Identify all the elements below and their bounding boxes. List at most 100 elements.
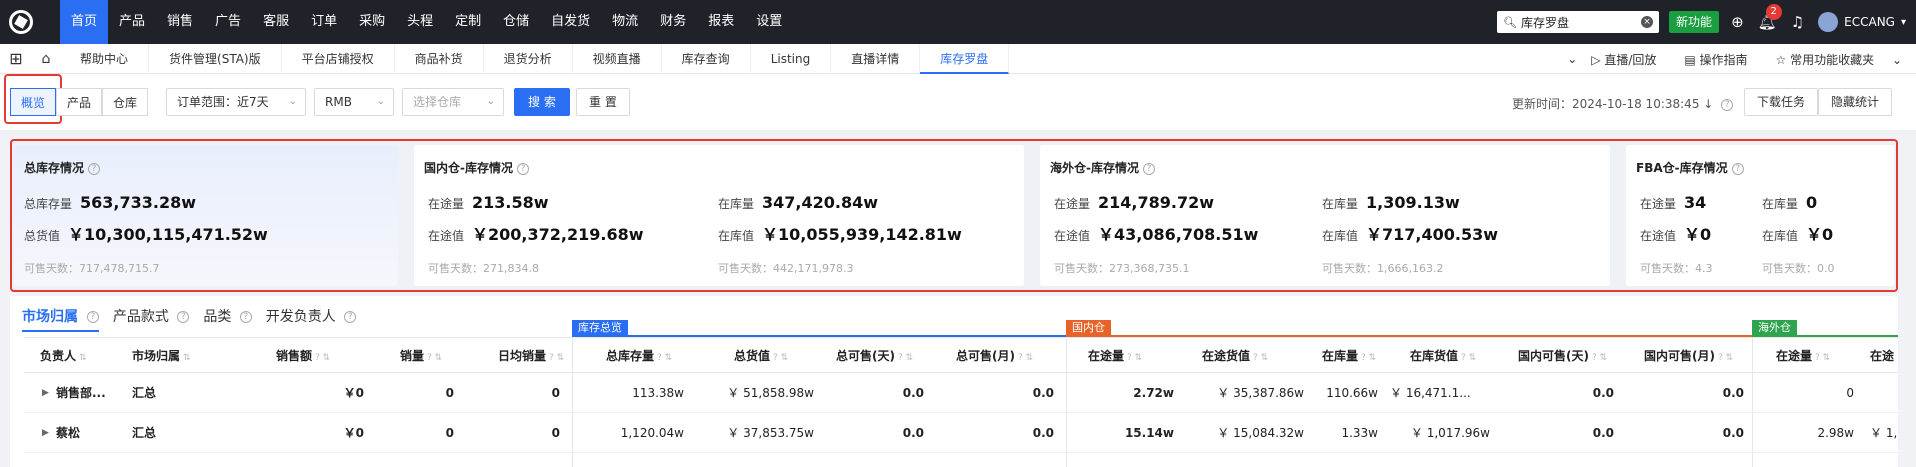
- chevron-down-icon[interactable]: ▾: [1901, 17, 1906, 28]
- avatar[interactable]: [1818, 12, 1839, 32]
- bell-icon[interactable]: 🔔︎ 2: [1758, 4, 1782, 31]
- search-icon: 🔍︎: [1503, 15, 1518, 29]
- help-icon[interactable]: ?: [1142, 162, 1155, 175]
- subtab-developer[interactable]: 开发负责人 ?: [266, 306, 357, 332]
- live-replay-link[interactable]: ▷ 直播/回放: [1591, 51, 1670, 68]
- menu-item-product[interactable]: 产品: [108, 0, 156, 44]
- tab-replenish[interactable]: 商品补货: [395, 43, 484, 74]
- help-icon[interactable]: ?: [516, 162, 529, 175]
- chevron-down-icon: ⌄: [486, 96, 495, 107]
- menu-item-selfship[interactable]: 自发货: [540, 0, 601, 44]
- table-row[interactable]: ▶ 销售部... 汇总 ￥0 0 0 113.38w ￥ 51,858.98w …: [24, 373, 1898, 413]
- subtab-category[interactable]: 品类 ?: [203, 306, 252, 332]
- expand-arrow-icon[interactable]: ▶: [42, 373, 49, 413]
- menu-item-custom[interactable]: 定制: [444, 0, 492, 44]
- subtab-style[interactable]: 产品款式 ?: [113, 306, 190, 332]
- tab-inventory-query[interactable]: 库存查询: [662, 43, 751, 74]
- col-dom-transit-value[interactable]: 在途货值? ⇅: [1202, 338, 1268, 374]
- view-tab-overview[interactable]: 概览: [10, 88, 57, 116]
- tab-live-detail[interactable]: 直播详情: [831, 43, 921, 74]
- dimension-tabs: 市场归属 ? 产品款式 ? 品类 ? 开发负责人 ?: [22, 306, 370, 332]
- expand-arrow-icon[interactable]: ▶: [42, 413, 49, 453]
- download-tasks-button[interactable]: 下载任务: [1744, 88, 1819, 116]
- tab-help[interactable]: 帮助中心: [60, 43, 150, 74]
- menu-item-warehouse[interactable]: 仓储: [492, 0, 540, 44]
- warehouse-select[interactable]: 选择仓库 ⌄: [402, 88, 504, 116]
- operation-guide-link[interactable]: ▤ 操作指南: [1684, 51, 1761, 68]
- summary-cards: 总库存情况? 总库存量 563,733.28w 总货值 ￥10,300,115,47…: [10, 139, 1898, 292]
- col-sales-qty[interactable]: 销量? ⇅: [400, 338, 442, 374]
- col-total-value[interactable]: 总货值? ⇅: [734, 338, 788, 374]
- card-domestic-inventory: 国内仓-库存情况? 在途量 213.58w 在库量 347,420.84w 在途值 ￥…: [414, 145, 1024, 286]
- menu-item-settings[interactable]: 设置: [745, 0, 793, 44]
- card-title: FBA仓-库存情况?: [1636, 159, 1744, 176]
- menu-item-finance[interactable]: 财务: [649, 0, 697, 44]
- card-total-inventory: 总库存情况? 总库存量 563,733.28w 总货值 ￥10,300,115,47…: [14, 145, 398, 286]
- tabs-chevron-down-icon[interactable]: ⌄: [1567, 52, 1577, 66]
- col-total-months[interactable]: 总可售(月)? ⇅: [956, 338, 1033, 374]
- total-stock-value: 563,733.28w: [80, 193, 197, 212]
- search-button[interactable]: 搜 索: [514, 88, 570, 116]
- menu-item-logistics[interactable]: 物流: [601, 0, 649, 44]
- col-dom-instock-value[interactable]: 在库货值? ⇅: [1410, 338, 1476, 374]
- filter-bar: 概览 产品 仓库 订单范围：近7天 ⌄ RMB ⌄ 选择仓库 ⌄ 搜 索 重 置 更新…: [0, 74, 1916, 130]
- top-navbar: 首页 产品 销售 广告 客服 订单 采购 头程 定制 仓储 自发货 物流 财务 …: [0, 0, 1916, 44]
- col-dom-instock[interactable]: 在库量? ⇅: [1322, 338, 1376, 374]
- menu-item-service[interactable]: 客服: [252, 0, 300, 44]
- col-daily-avg[interactable]: 日均销量? ⇅: [498, 338, 564, 374]
- tab-returns[interactable]: 退货分析: [484, 43, 573, 74]
- col-market[interactable]: 市场归属 ⇅: [132, 338, 191, 374]
- clear-icon[interactable]: ×: [1641, 16, 1654, 28]
- menu-item-orders[interactable]: 订单: [300, 0, 348, 44]
- download-icon[interactable]: ⊕: [1731, 13, 1744, 31]
- username[interactable]: ECCANG: [1844, 15, 1895, 29]
- order-range-select[interactable]: 订单范围：近7天 ⌄: [166, 88, 306, 116]
- table-row[interactable]: ▶ 蔡松 汇总 ￥0 0 0 1,120.04w ￥ 37,853.75w 0.…: [24, 413, 1898, 453]
- col-total-days[interactable]: 总可售(天)? ⇅: [836, 338, 913, 374]
- col-sales-amount[interactable]: 销售额? ⇅: [276, 338, 330, 374]
- tab-inventory-compass[interactable]: 库存罗盘: [920, 43, 1010, 74]
- tab-video-live[interactable]: 视频直播: [573, 43, 662, 74]
- global-search-input[interactable]: 🔍︎ 库存罗盘 ×: [1497, 11, 1660, 33]
- menu-item-home[interactable]: 首页: [60, 0, 109, 44]
- refresh-down-icon: ↓: [1703, 97, 1714, 111]
- tab-sta[interactable]: 货件管理(STA)版: [149, 43, 282, 74]
- col-total-stock[interactable]: 总库存量? ⇅: [606, 338, 672, 374]
- col-dom-days[interactable]: 国内可售(天)? ⇅: [1518, 338, 1607, 374]
- menu-item-sales[interactable]: 销售: [156, 0, 204, 44]
- headset-icon[interactable]: ♫: [1791, 13, 1804, 31]
- app-logo-icon[interactable]: [2, 0, 40, 44]
- menu-item-reports[interactable]: 报表: [697, 0, 745, 44]
- currency-select[interactable]: RMB ⌄: [314, 88, 394, 116]
- card-title: 总库存情况?: [24, 159, 101, 176]
- menu-item-ads[interactable]: 广告: [204, 0, 252, 44]
- hide-stats-button[interactable]: 隐藏统计: [1818, 88, 1893, 116]
- card-fba-inventory: FBA仓-库存情况? 在途量 34 在库量 0 在途值 ￥0 在库值 ￥0 可售天数：4…: [1626, 145, 1894, 286]
- reset-button[interactable]: 重 置: [576, 88, 630, 116]
- col-os-transit[interactable]: 在途量? ⇅: [1776, 338, 1830, 374]
- card-title: 海外仓-库存情况?: [1050, 159, 1155, 176]
- col-dom-transit[interactable]: 在途量? ⇅: [1088, 338, 1142, 374]
- menu-item-purchase[interactable]: 采购: [348, 0, 396, 44]
- favorites-link[interactable]: ☆ 常用功能收藏夹 ⌄: [1776, 51, 1902, 68]
- notification-badge: 2: [1765, 4, 1782, 20]
- view-tab-warehouse[interactable]: 仓库: [102, 88, 149, 116]
- col-owner[interactable]: 负责人 ⇅: [40, 338, 87, 374]
- view-tab-product[interactable]: 产品: [56, 88, 103, 116]
- new-feature-button[interactable]: 新功能: [1669, 11, 1720, 33]
- main-menu: 首页 产品 销售 广告 客服 订单 采购 头程 定制 仓储 自发货 物流 财务 …: [60, 0, 793, 44]
- home-icon[interactable]: ⌂: [32, 51, 60, 67]
- help-icon[interactable]: ?: [88, 162, 101, 175]
- view-segmented-control: 概览 产品 仓库: [10, 88, 149, 116]
- apps-grid-icon[interactable]: ⊞: [0, 49, 32, 68]
- subtab-market[interactable]: 市场归属 ?: [22, 306, 99, 332]
- menu-item-firstleg[interactable]: 头程: [396, 0, 444, 44]
- col-dom-months[interactable]: 国内可售(月)? ⇅: [1644, 338, 1733, 374]
- help-icon[interactable]: ?: [1731, 162, 1744, 175]
- update-time: 更新时间：2024-10-18 10:38:45 ↓ ?: [1512, 95, 1734, 112]
- tab-listing[interactable]: Listing: [751, 43, 832, 74]
- tab-store-auth[interactable]: 平台店铺授权: [282, 43, 395, 74]
- help-icon: ?: [1721, 98, 1734, 111]
- col-os-transit-value[interactable]: 在途: [1870, 338, 1894, 374]
- sellable-days: 可售天数：717,478,715.7: [24, 262, 160, 275]
